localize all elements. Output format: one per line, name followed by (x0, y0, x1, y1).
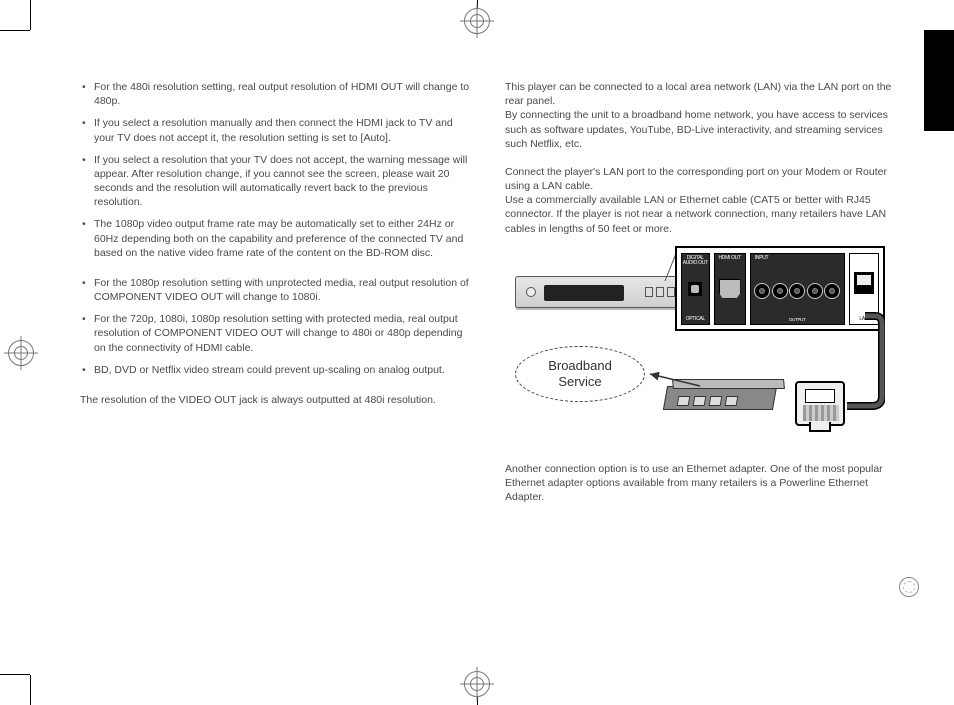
rca-jack-icon (807, 283, 823, 299)
crop-mark (0, 674, 30, 675)
crop-mark (30, 0, 31, 30)
rca-jack-icon (824, 283, 840, 299)
registration-mark-icon (464, 671, 490, 697)
connection-diagram: DIGITAL AUDIO OUT OPTICAL HDMI OUT INPUT (515, 246, 885, 446)
diagram-text: Broadband Service (548, 358, 612, 389)
page-number-badge (899, 577, 919, 597)
registration-mark-icon (8, 340, 34, 366)
right-column: This player can be connected to a local … (505, 80, 900, 514)
component-ports-icon: INPUT OUTPUT (750, 253, 845, 325)
rca-jack-icon (789, 283, 805, 299)
registration-mark-icon (464, 8, 490, 34)
body-text: This player can be connected to a local … (505, 80, 900, 108)
rca-jack-icon (772, 283, 788, 299)
rear-panel-icon: DIGITAL AUDIO OUT OPTICAL HDMI OUT INPUT (675, 246, 885, 331)
list-item: For the 480i resolution setting, real ou… (80, 80, 475, 108)
port-label: OUTPUT (751, 318, 844, 323)
player-front-icon (515, 276, 695, 308)
port-label: DIGITAL AUDIO OUT (682, 256, 709, 266)
broadband-service-label: Broadband Service (515, 346, 645, 402)
list-item: For the 720p, 1080i, 1080p resolution se… (80, 312, 475, 355)
router-icon (663, 386, 777, 410)
port-label: OPTICAL (682, 317, 709, 322)
list-item: If you select a resolution manually and … (80, 116, 475, 144)
page-content: For the 480i resolution setting, real ou… (80, 80, 900, 514)
ethernet-plug-icon (795, 381, 845, 426)
lan-port-icon: LAN (849, 253, 879, 325)
body-text: Another connection option is to use an E… (505, 462, 900, 505)
hdmi-port-icon: HDMI OUT (714, 253, 746, 325)
list-item: The 1080p video output frame rate may be… (80, 217, 475, 260)
port-label: INPUT (755, 256, 769, 261)
bullet-list: For the 480i resolution setting, real ou… (80, 80, 475, 260)
crop-mark (30, 675, 31, 705)
rca-jack-icon (754, 283, 770, 299)
body-text: Connect the player's LAN port to the cor… (505, 165, 900, 193)
body-text: By connecting the unit to a broadband ho… (505, 108, 900, 151)
port-label: LAN (850, 317, 878, 322)
body-text: The resolution of the VIDEO OUT jack is … (80, 393, 475, 407)
port-label: HDMI OUT (715, 256, 745, 261)
body-text: Use a commercially available LAN or Ethe… (505, 193, 900, 236)
list-item: For the 1080p resolution setting with un… (80, 276, 475, 304)
crop-mark (0, 30, 30, 31)
section-tab (924, 31, 954, 131)
left-column: For the 480i resolution setting, real ou… (80, 80, 475, 514)
bullet-list: For the 1080p resolution setting with un… (80, 276, 475, 377)
optical-port-icon: DIGITAL AUDIO OUT OPTICAL (681, 253, 710, 325)
list-item: BD, DVD or Netflix video stream could pr… (80, 363, 475, 377)
list-item: If you select a resolution that your TV … (80, 153, 475, 210)
